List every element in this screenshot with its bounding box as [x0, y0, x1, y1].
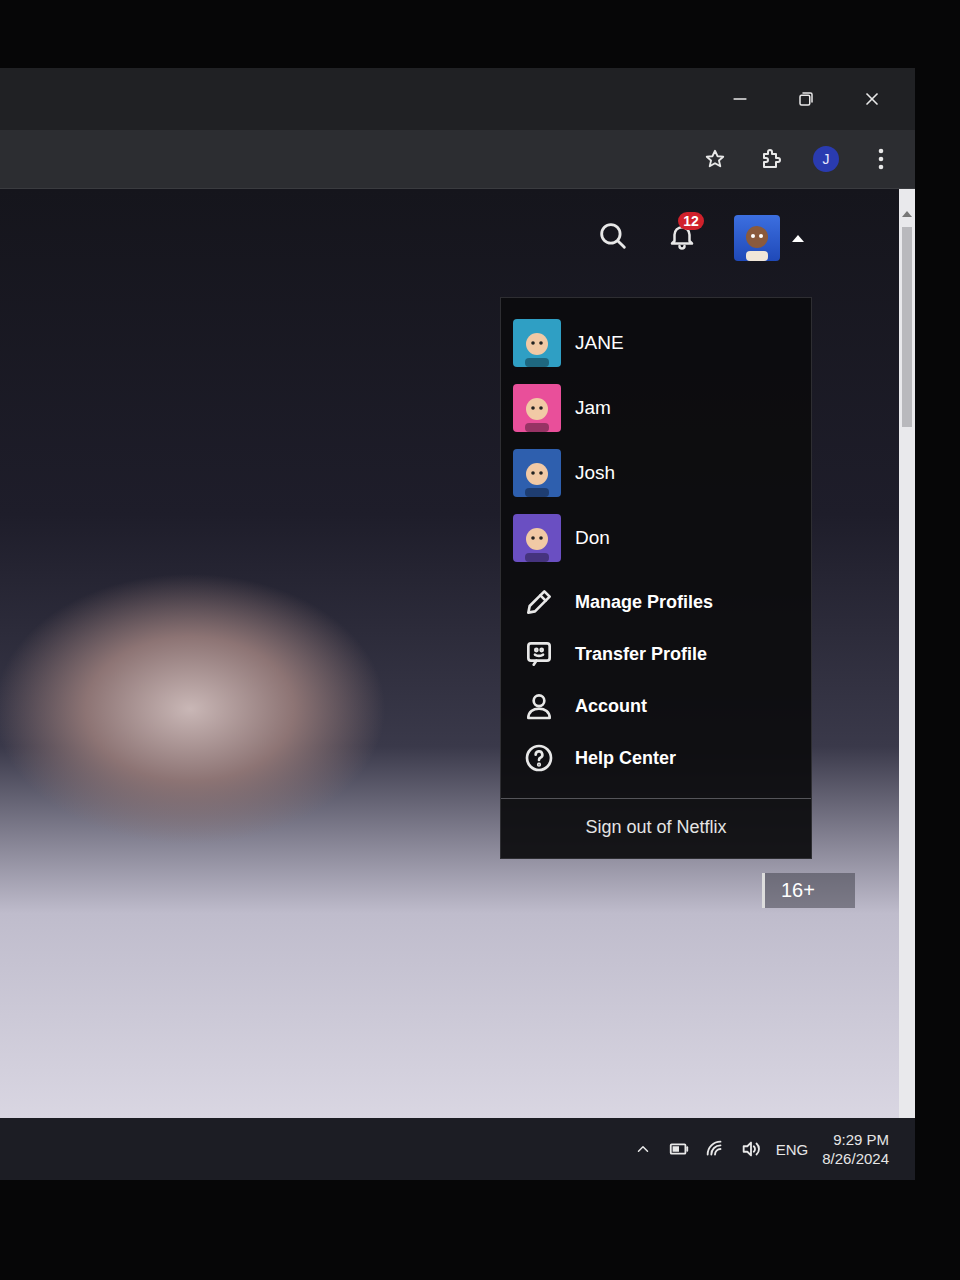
browser-profile[interactable]: J — [813, 146, 839, 172]
wifi-icon[interactable] — [704, 1138, 726, 1160]
netflix-page: 12 JANE Jam Josh Don Manage Profiles Transfer … — [0, 189, 915, 1118]
browser-toolbar: J — [0, 130, 915, 189]
bookmark-star-icon[interactable] — [701, 145, 729, 173]
profile-avatar-icon — [513, 384, 561, 432]
screen: J 12 JANE Jam Josh Don Manage Profiles Transfer… — [0, 68, 915, 1180]
minimize-icon[interactable] — [707, 79, 773, 119]
maturity-rating: 16+ — [762, 873, 855, 908]
battery-icon[interactable] — [668, 1138, 690, 1160]
profile-avatar-icon — [513, 514, 561, 562]
profile-item[interactable]: Josh — [501, 440, 811, 505]
menu-item-label: Account — [575, 696, 647, 717]
menu-item-label: Help Center — [575, 748, 676, 769]
notification-badge: 12 — [678, 212, 704, 230]
menu-kebab-icon[interactable] — [867, 145, 895, 173]
profile-item[interactable]: Don — [501, 505, 811, 570]
show-hidden-icons-icon[interactable] — [632, 1138, 654, 1160]
menu-item[interactable]: Manage Profiles — [501, 576, 811, 628]
menu-item[interactable]: Account — [501, 680, 811, 732]
account-person-icon — [521, 688, 557, 724]
title-bar — [0, 68, 915, 130]
close-icon[interactable] — [839, 79, 905, 119]
extensions-icon[interactable] — [757, 145, 785, 173]
netflix-header: 12 — [596, 215, 804, 261]
clock-date: 8/26/2024 — [822, 1150, 889, 1167]
current-profile-avatar-icon[interactable] — [734, 215, 780, 261]
menu-item[interactable]: Transfer Profile — [501, 628, 811, 680]
profile-menu: JANE Jam Josh Don Manage Profiles Transfer Pr… — [500, 297, 812, 859]
profile-name: JANE — [575, 332, 624, 354]
menu-caret-icon[interactable] — [792, 235, 804, 242]
profile-item[interactable]: JANE — [501, 310, 811, 375]
sign-out-button[interactable]: Sign out of Netflix — [501, 798, 811, 858]
menu-item-label: Transfer Profile — [575, 644, 707, 665]
scroll-thumb[interactable] — [902, 227, 912, 427]
profile-avatar-icon — [513, 319, 561, 367]
transfer-profile-icon — [521, 636, 557, 672]
help-icon — [521, 740, 557, 776]
menu-item[interactable]: Help Center — [501, 732, 811, 784]
restore-icon[interactable] — [773, 79, 839, 119]
language-indicator[interactable]: ENG — [776, 1141, 809, 1158]
profile-item[interactable]: Jam — [501, 375, 811, 440]
profile-avatar-icon — [513, 449, 561, 497]
notifications[interactable]: 12 — [664, 220, 700, 256]
profile-name: Jam — [575, 397, 611, 419]
clock-time: 9:29 PM — [833, 1131, 889, 1148]
clock[interactable]: 9:29 PM 8/26/2024 — [822, 1131, 889, 1167]
search-icon[interactable] — [596, 219, 630, 257]
profile-name: Josh — [575, 462, 615, 484]
menu-spacer — [501, 570, 811, 576]
menu-item-label: Manage Profiles — [575, 592, 713, 613]
volume-icon[interactable] — [740, 1138, 762, 1160]
scrollbar[interactable] — [899, 189, 915, 1118]
pencil-icon — [521, 584, 557, 620]
scroll-up-icon[interactable] — [902, 203, 912, 221]
profile-name: Don — [575, 527, 610, 549]
taskbar: ENG 9:29 PM 8/26/2024 — [0, 1118, 915, 1180]
